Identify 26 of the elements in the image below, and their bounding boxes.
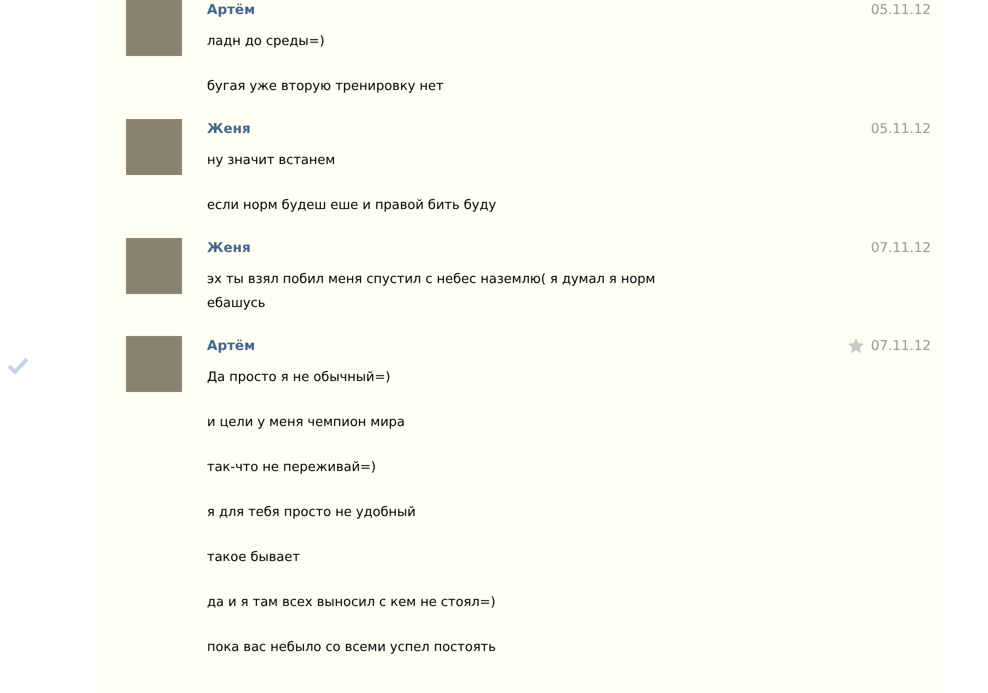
message-text: так-что не переживай=) — [207, 459, 377, 477]
star-icon[interactable] — [846, 337, 865, 355]
message-text: я для тебя просто не удобный — [207, 504, 417, 522]
message-date: 07.11.12 — [870, 337, 931, 356]
message-text: да и я там всех выносил с кем не стоял=) — [207, 594, 497, 612]
avatar-photo-placeholder[interactable] — [126, 336, 182, 392]
author-name[interactable]: Артём — [207, 0, 256, 20]
message-date: 05.11.12 — [870, 120, 931, 139]
avatar-photo-placeholder[interactable] — [126, 119, 182, 175]
author-name[interactable]: Артём — [207, 336, 256, 356]
author-name[interactable]: Женя — [207, 119, 251, 139]
message-text: бугая уже вторую тренировку нет — [207, 78, 445, 96]
message-date: 07.11.12 — [870, 239, 931, 258]
message-text: и цели у меня чемпион мира — [207, 414, 406, 432]
message-text: эх ты взял побил меня спустил с небес наземлю( я думал я норм ебашусь — [207, 271, 656, 313]
avatar-photo-placeholder[interactable] — [126, 238, 182, 294]
message-text: если норм будеш еше и правой бить буду — [207, 197, 498, 215]
checkmark-icon[interactable] — [7, 356, 29, 374]
avatar-photo-placeholder[interactable] — [126, 0, 182, 56]
message-text: такое бывает — [207, 549, 301, 567]
message-text: Да просто я не обычный=) — [207, 369, 392, 387]
message-date: 05.11.12 — [870, 1, 931, 20]
message-text: пока вас небыло со всеми успел постоять — [207, 639, 497, 657]
message-text: ладн до среды=) — [207, 33, 326, 51]
author-name[interactable]: Женя — [207, 238, 251, 258]
message-text: ну значит встанем — [207, 152, 336, 170]
